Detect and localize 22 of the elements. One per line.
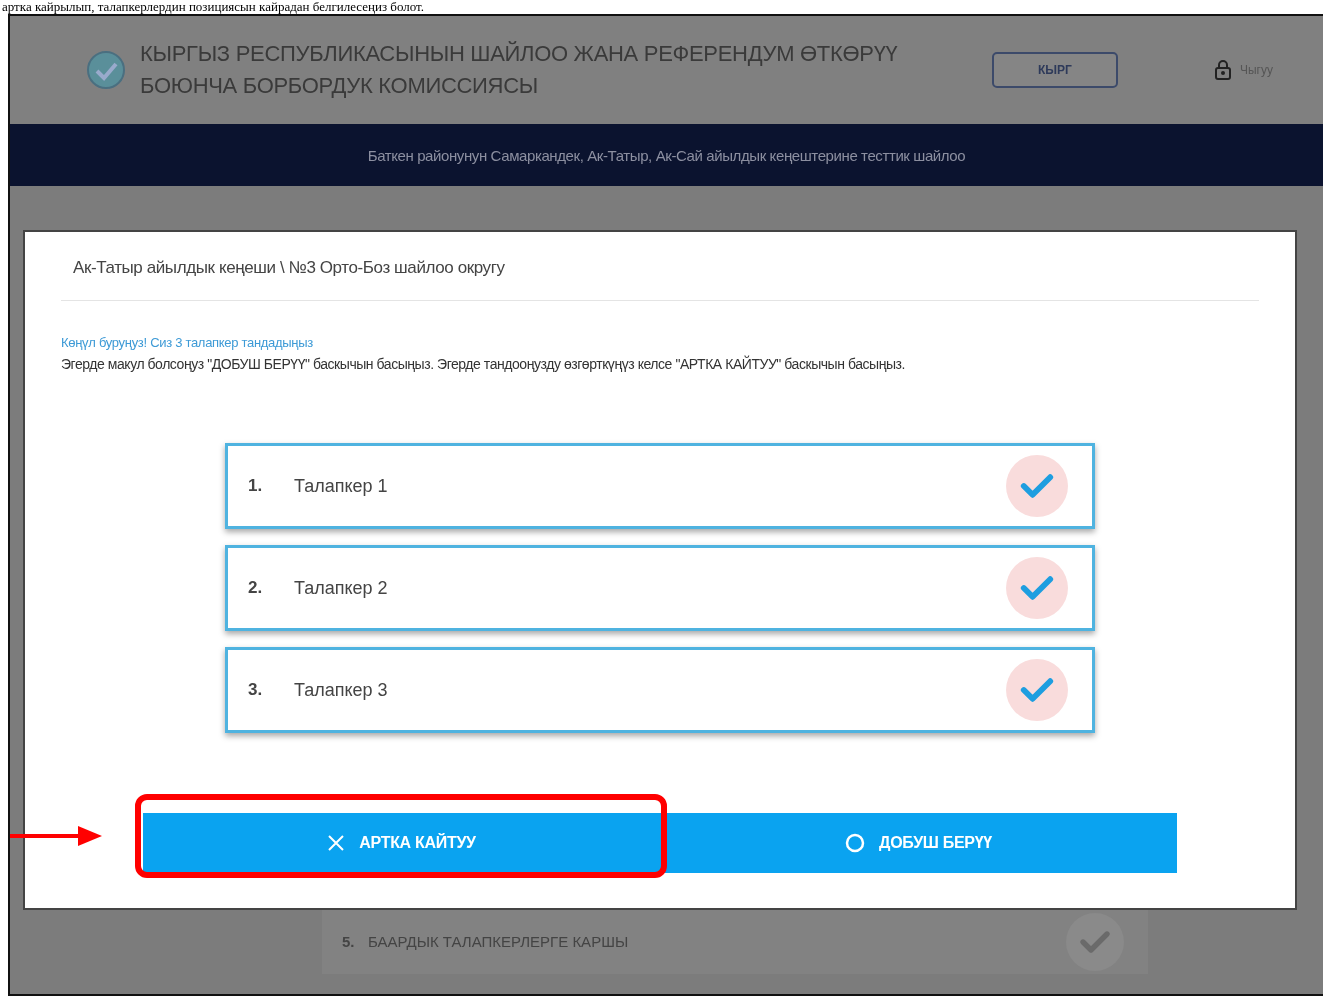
breadcrumb: Ак-Татыр айылдык кеңеши \ №3 Орто-Боз шайлоо округу [61, 258, 1259, 301]
document-text: артка кайрылып, талапкерлердин позициясын кайрадан белгилесеңиз болот. [1, 0, 426, 14]
language-button[interactable]: КЫРГ [992, 52, 1118, 88]
back-button[interactable]: АРТКА КАЙТУУ [143, 813, 660, 873]
candidate-number: 1. [248, 476, 264, 496]
title-line: КЫРГЫЗ РЕСПУБЛИКАСЫНЫН ШАЙЛОО ЖАНА РЕФЕРЕНДУМ ӨТКӨРҮҮ [140, 41, 899, 67]
circle-icon [845, 833, 866, 853]
candidate-name: Талапкер 1 [294, 475, 389, 497]
title-line: БОЮНЧА БОРБОРДУК КОМИССИЯСЫ [140, 73, 539, 99]
candidate-name: Талапкер 2 [294, 577, 389, 599]
candidate-number: 3. [248, 680, 264, 700]
election-title: Баткен районунун Самаркандек, Ак-Татыр, Ак-Сай айылдык кеңештерине тесттик шайлоо [367, 146, 966, 164]
candidate-number: 5. [342, 933, 356, 950]
candidate-name: Талапкер 3 [294, 679, 389, 701]
close-icon [327, 834, 346, 852]
notice-text: Көңүл буруңуз! Сиз 3 талапкер тандадыңыз [61, 335, 314, 350]
candidate-number: 2. [248, 578, 264, 598]
vote-button[interactable]: ДОБУШ БЕРҮҮ [660, 813, 1177, 873]
check-logo-icon [86, 50, 126, 90]
instruction-text: Эгерде макул болсоңуз "ДОБУШ БЕРҮҮ" баскычын басыңыз. Эгерде тандооңузду өзгөрткүңүз келсе "АРТКА КАЙТУУ" баскычын басыңыз. [61, 356, 906, 372]
candidate-name: БААРДЫК ТАЛАПКЕРЛЕРГЕ КАРШЫ [368, 933, 630, 950]
lock-icon [1214, 60, 1232, 80]
